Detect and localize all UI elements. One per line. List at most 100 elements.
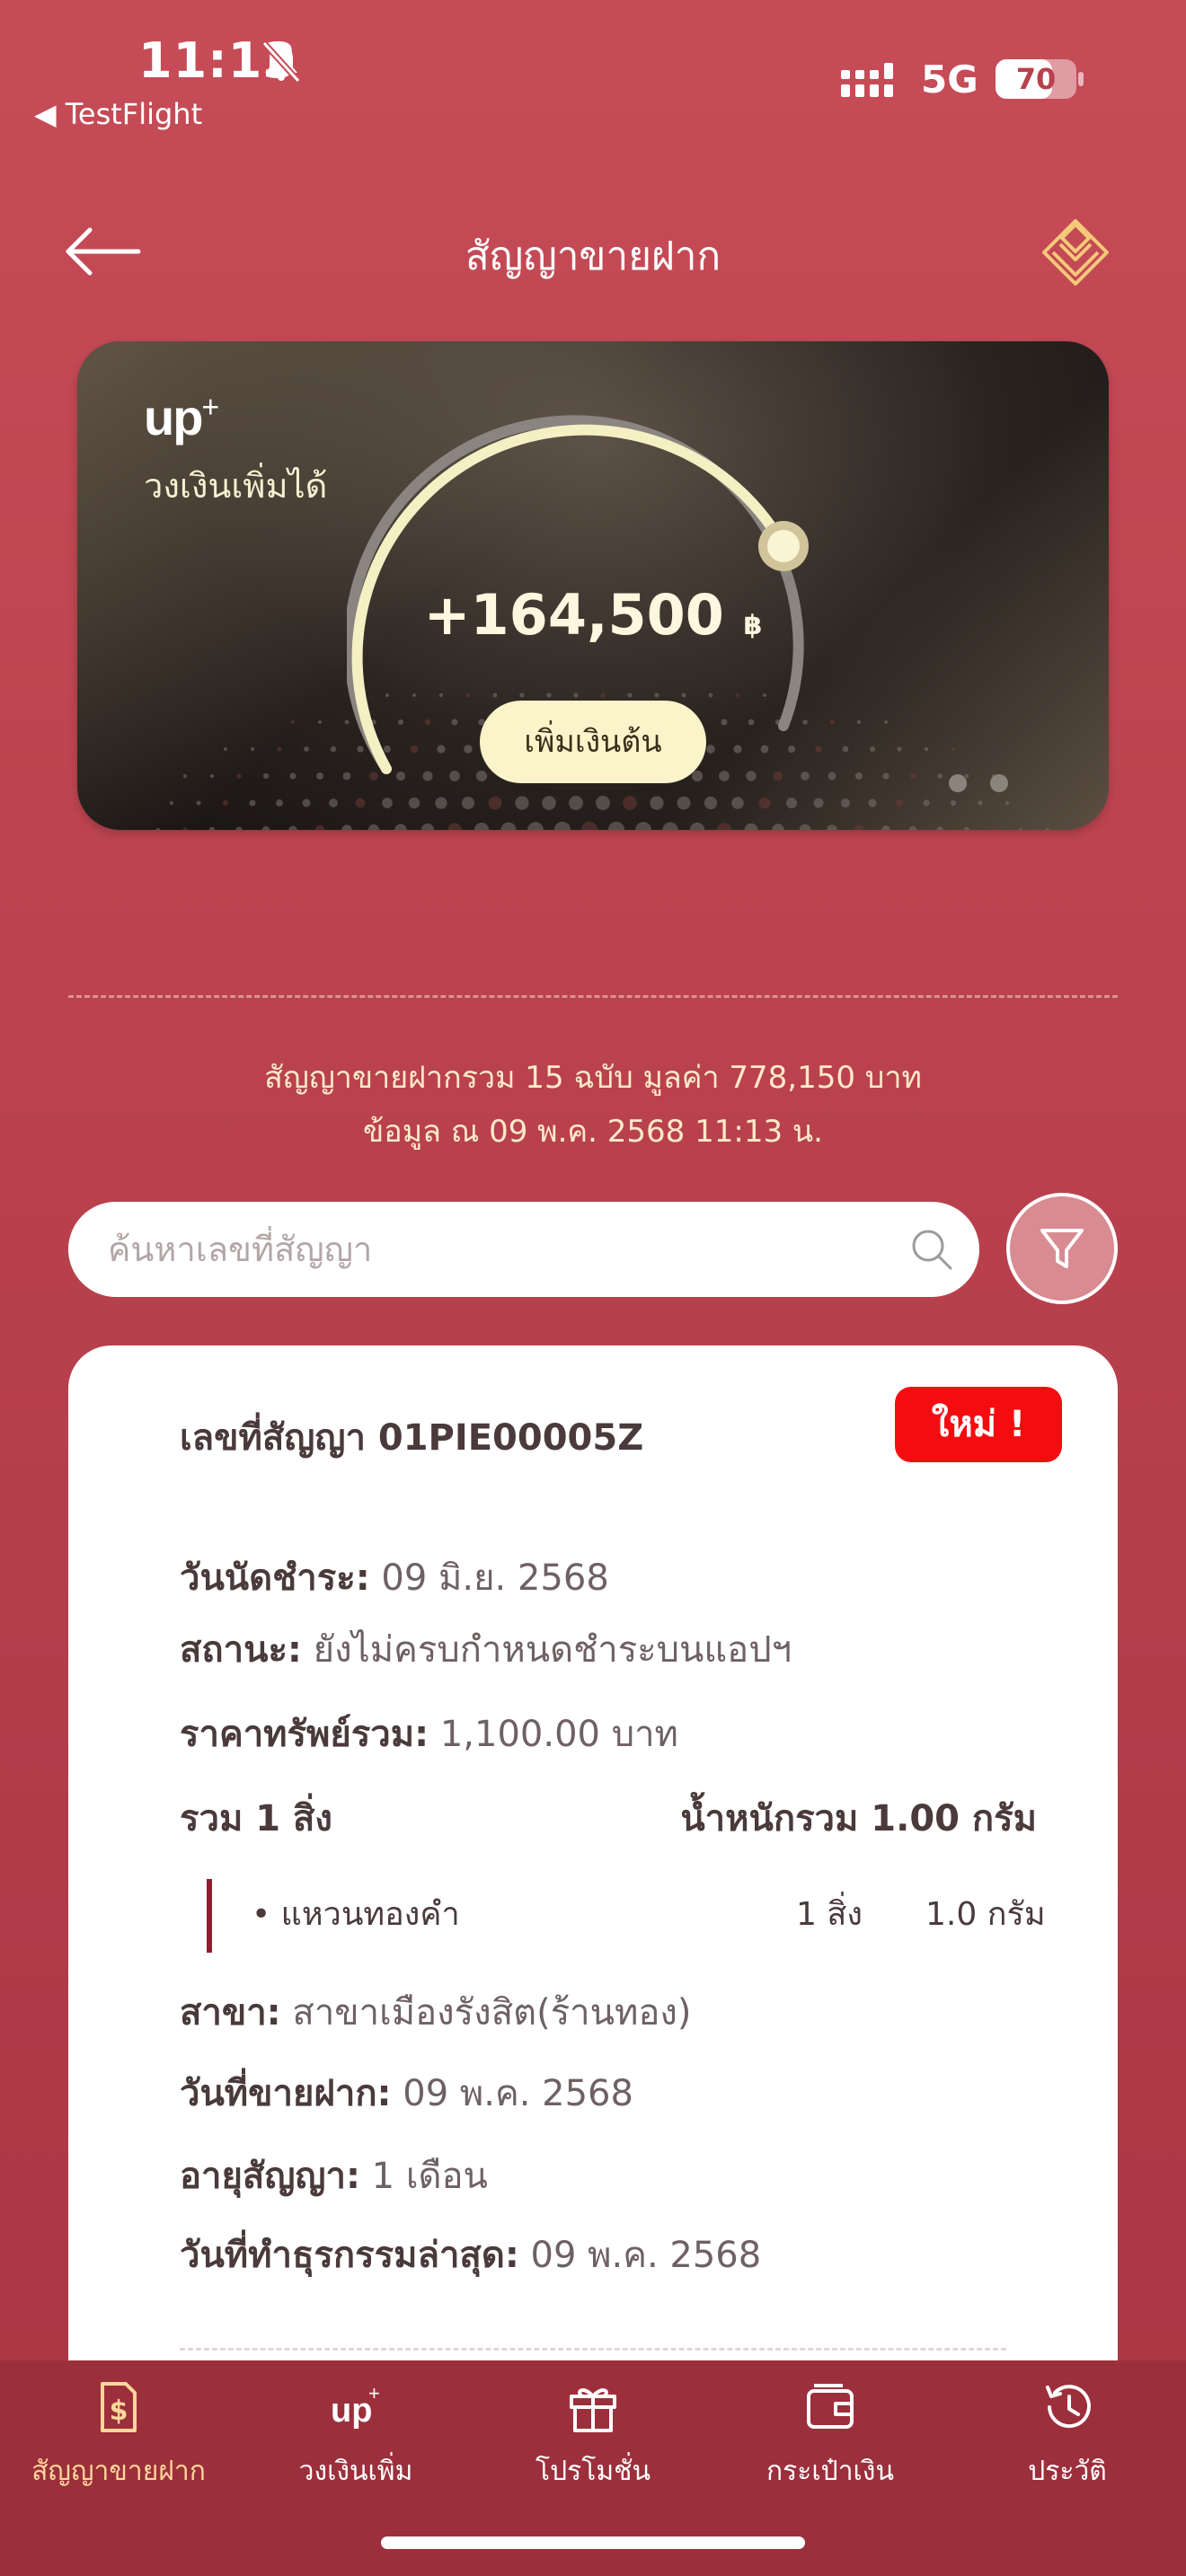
- battery-indicator: 70: [996, 59, 1076, 99]
- pattern-dot: [897, 746, 902, 752]
- network-label: 5G: [921, 57, 978, 101]
- pattern-dot: [208, 826, 216, 830]
- pattern-dot: [317, 719, 323, 725]
- nav-label: กระเป๋าเงิน: [766, 2456, 894, 2487]
- data-timestamp: ข้อมูล ณ 09 พ.ค. 2568 11:13 น.: [363, 1114, 823, 1150]
- search-input[interactable]: [108, 1202, 898, 1297]
- carousel-dot[interactable]: [990, 774, 1008, 792]
- pattern-dot: [262, 772, 270, 780]
- nav-label: ประวัติ: [1028, 2456, 1107, 2487]
- pattern-dot: [209, 773, 215, 779]
- add-principal-button[interactable]: เพิ่มเงินต้น: [480, 701, 706, 783]
- pattern-dot: [250, 746, 255, 752]
- pattern-dot: [182, 827, 188, 830]
- nav-promotions[interactable]: โปรโมชั่น: [474, 2360, 712, 2540]
- pattern-dot: [923, 799, 930, 807]
- pattern-dot: [854, 825, 864, 830]
- back-to-testflight-link[interactable]: ◀ TestFlight: [34, 97, 202, 131]
- svg-text:+: +: [368, 2382, 380, 2404]
- pattern-dot: [304, 746, 309, 752]
- total-price-row: ราคาทรัพย์รวม: 1,100.00 บาท: [180, 1714, 678, 1755]
- nav-wallet[interactable]: กระเป๋าเงิน: [712, 2360, 949, 2540]
- pattern-dot: [854, 772, 863, 781]
- search-box[interactable]: [68, 1202, 979, 1297]
- pattern-dot: [276, 799, 283, 807]
- item-weight: 1.0 กรัม: [925, 1896, 1046, 1933]
- branch-row: สาขา: สาขาเมืองรังสิต(ร้านทอง): [180, 1992, 692, 2033]
- up-plus-logo: up+: [144, 389, 219, 446]
- pattern-dot: [224, 747, 227, 751]
- contract-card[interactable]: เลขที่สัญญา 01PIE00005Z ใหม่ ! วันนัดชำร…: [68, 1345, 1118, 2423]
- pattern-dot: [856, 719, 862, 725]
- item-accent-bar: [207, 1879, 212, 1953]
- history-icon: [1046, 2385, 1091, 2429]
- pattern-dot: [235, 826, 243, 830]
- pattern-dot: [881, 825, 890, 830]
- due-date-row: วันนัดชำระ: 09 มิ.ย. 2568: [180, 1557, 609, 1599]
- nav-label: สัญญาขายฝาก: [31, 2456, 206, 2487]
- last-transaction-row: วันที่ทำธุรกรรมล่าสุด: 09 พ.ค. 2568: [180, 2235, 762, 2276]
- pattern-dot: [950, 799, 957, 807]
- section-divider: [68, 995, 1118, 998]
- pattern-dot: [155, 827, 161, 830]
- bell-slash-icon: [261, 40, 301, 84]
- pattern-dot: [289, 772, 296, 780]
- pattern-dot: [1018, 827, 1023, 830]
- pattern-dot: [316, 772, 323, 780]
- nav-history[interactable]: ประวัติ: [949, 2360, 1186, 2540]
- carousel-dots[interactable]: [949, 774, 1031, 796]
- page-title: สัญญาขายฝาก: [465, 234, 721, 279]
- pattern-dot: [291, 720, 295, 724]
- battery-tip: [1078, 72, 1084, 86]
- pattern-dot: [895, 798, 904, 807]
- filter-icon: [1040, 1229, 1084, 1268]
- pattern-dot: [991, 827, 996, 830]
- svg-text:up: up: [331, 2392, 372, 2430]
- nav-label: โปรโมชั่น: [535, 2456, 651, 2487]
- card-divider: [180, 2348, 1006, 2351]
- credit-card-panel: up+ วงเงินเพิ่มได้ +164,500 ฿ เพิ่มเงินต…: [77, 341, 1109, 830]
- term-row: อายุสัญญา: 1 เดือน: [180, 2156, 488, 2197]
- new-badge: ใหม่ !: [895, 1387, 1062, 1462]
- sale-date-row: วันที่ขายฝาก: 09 พ.ค. 2568: [180, 2073, 633, 2114]
- pattern-dot: [183, 774, 187, 778]
- pattern-dot: [236, 773, 242, 779]
- contract-summary: สัญญาขายฝากรวม 15 ฉบับ มูลค่า 778,150 บา…: [264, 1060, 922, 1096]
- contract-number: เลขที่สัญญา 01PIE00005Z: [180, 1417, 644, 1459]
- nav-label: วงเงินเพิ่ม: [298, 2456, 413, 2487]
- home-indicator[interactable]: [381, 2536, 805, 2549]
- pattern-dot: [884, 720, 888, 724]
- wallet-icon: [807, 2384, 854, 2429]
- credit-amount: +164,500 ฿: [423, 582, 763, 648]
- pattern-dot: [868, 798, 877, 807]
- item-name: • แหวนทองคำ: [252, 1896, 460, 1933]
- status-row: สถานะ: ยังไม่ครบกำหนดชำระบนแอปฯ: [180, 1629, 792, 1671]
- pattern-dot: [936, 826, 943, 830]
- total-weight: น้ำหนักรวม 1.00 กรัม: [680, 1798, 1037, 1839]
- filter-button[interactable]: [1006, 1193, 1118, 1304]
- pattern-dot: [963, 826, 970, 830]
- pattern-dot: [1046, 828, 1049, 830]
- pattern-dot: [1032, 801, 1036, 805]
- pattern-dot: [170, 801, 173, 805]
- nav-credit[interactable]: up + วงเงินเพิ่ม: [237, 2360, 474, 2540]
- pattern-dot: [288, 825, 297, 830]
- pattern-dot: [302, 798, 311, 807]
- pattern-dot: [909, 772, 916, 780]
- up-plus-icon: up +: [331, 2382, 380, 2430]
- search-icon[interactable]: [909, 1227, 954, 1272]
- battery-percent: 70: [1015, 62, 1057, 96]
- svg-text:$: $: [110, 2395, 128, 2427]
- item-qty: 1 สิ่ง: [796, 1896, 863, 1933]
- nav-contracts[interactable]: $ สัญญาขายฝาก: [0, 2360, 237, 2540]
- layers-brand-icon[interactable]: [1033, 212, 1118, 296]
- credit-label: วงเงินเพิ่มได้: [144, 466, 328, 506]
- pattern-dot: [330, 745, 337, 753]
- pattern-dot: [908, 825, 917, 830]
- pattern-dot: [329, 798, 338, 807]
- pattern-dot: [870, 746, 875, 752]
- pattern-dot: [1005, 800, 1010, 806]
- pattern-dot: [924, 746, 929, 752]
- carousel-dot[interactable]: [949, 774, 967, 792]
- pattern-dot: [882, 772, 890, 780]
